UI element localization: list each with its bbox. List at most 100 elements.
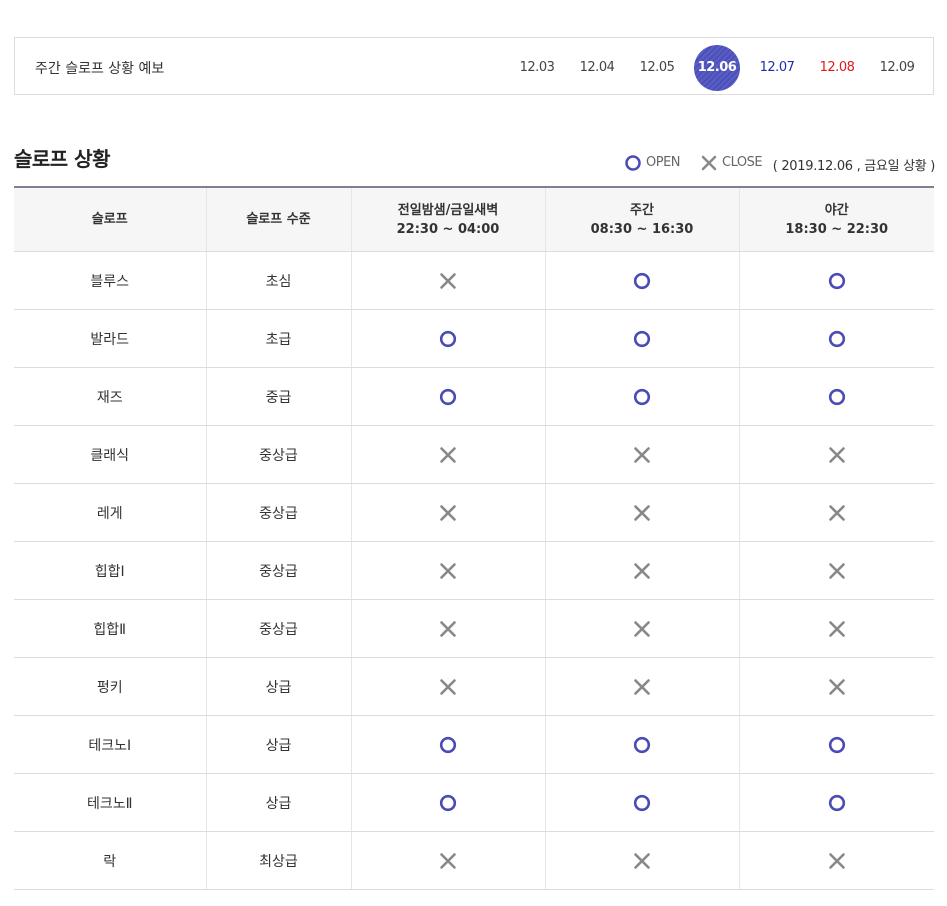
- table-row: 블루스 초심: [14, 251, 934, 310]
- column-header-time: 22:30 ~ 04:00: [396, 221, 500, 237]
- slope-name: 힙합Ⅰ: [14, 541, 207, 600]
- slope-name: 재즈: [14, 367, 207, 426]
- status-evening: [739, 425, 934, 484]
- status-night: [351, 541, 546, 600]
- section-title: 슬로프 상황: [14, 147, 110, 171]
- status-night: [351, 367, 546, 426]
- table-body: 블루스 초심 발라드 초급 재즈 중급 클래식 중상급 레게 중상급 힙합Ⅰ 중상급 힙합Ⅱ 중상급 펑키 상…: [14, 251, 934, 890]
- close-x-icon: [440, 272, 456, 289]
- open-circle-icon: [625, 155, 641, 171]
- status-day: [545, 599, 740, 658]
- slope-name: 블루스: [14, 251, 207, 310]
- close-x-icon: [634, 504, 650, 521]
- forecast-date-4[interactable]: 12.07: [754, 45, 800, 91]
- status-day: [545, 309, 740, 368]
- open-circle-icon: [828, 388, 845, 405]
- status-evening: [739, 715, 934, 774]
- forecast-date-2[interactable]: 12.05: [634, 45, 680, 91]
- legend-open-label: OPEN: [646, 155, 681, 170]
- close-x-icon: [440, 446, 456, 463]
- close-x-icon: [634, 446, 650, 463]
- slope-level: 초심: [206, 251, 352, 310]
- close-x-icon: [828, 678, 845, 695]
- open-circle-icon: [439, 388, 457, 405]
- status-day: [545, 831, 740, 890]
- slope-level: 중급: [206, 367, 352, 426]
- table-row: 펑키 상급: [14, 657, 934, 716]
- slope-name: 레게: [14, 483, 207, 542]
- slope-name: 테크노Ⅰ: [14, 715, 207, 774]
- weekly-forecast-bar: 주간 슬로프 상황 예보 12.03 12.04 12.05 12.06 12.07 12…: [14, 37, 934, 95]
- slope-name: 펑키: [14, 657, 207, 716]
- close-x-icon: [440, 852, 456, 869]
- slope-level: 최상급: [206, 831, 352, 890]
- status-night: [351, 657, 546, 716]
- table-row: 재즈 중급: [14, 367, 934, 426]
- forecast-date-3[interactable]: 12.06: [694, 45, 740, 91]
- status-day: [545, 541, 740, 600]
- status-night: [351, 483, 546, 542]
- status-night: [351, 425, 546, 484]
- slope-level: 초급: [206, 309, 352, 368]
- close-x-icon: [634, 852, 650, 869]
- status-day: [545, 773, 740, 832]
- table-row: 락 최상급: [14, 831, 934, 890]
- column-header-title: 슬로프 수준: [246, 212, 311, 227]
- open-circle-icon: [633, 794, 651, 811]
- table-row: 힙합Ⅱ 중상급: [14, 599, 934, 658]
- open-circle-icon: [439, 330, 457, 347]
- status-day: [545, 425, 740, 484]
- status-night: [351, 715, 546, 774]
- close-x-icon: [828, 562, 845, 579]
- slope-name: 클래식: [14, 425, 207, 484]
- status-day: [545, 657, 740, 716]
- open-circle-icon: [633, 272, 651, 289]
- slope-name: 테크노Ⅱ: [14, 773, 207, 832]
- open-circle-icon: [828, 736, 845, 753]
- open-circle-icon: [828, 272, 845, 289]
- status-day: [545, 715, 740, 774]
- status-day: [545, 367, 740, 426]
- status-day: [545, 483, 740, 542]
- forecast-date-6[interactable]: 12.09: [874, 45, 920, 91]
- open-circle-icon: [633, 330, 651, 347]
- table-row: 테크노Ⅱ 상급: [14, 773, 934, 832]
- forecast-date-1[interactable]: 12.04: [574, 45, 620, 91]
- column-header-3: 주간 08:30 ~ 16:30: [545, 187, 740, 252]
- slope-name: 락: [14, 831, 207, 890]
- slope-level: 상급: [206, 657, 352, 716]
- status-night: [351, 599, 546, 658]
- status-night: [351, 309, 546, 368]
- close-x-icon: [440, 562, 456, 579]
- status-day: [545, 251, 740, 310]
- open-circle-icon: [439, 794, 457, 811]
- status-evening: [739, 657, 934, 716]
- table-row: 레게 중상급: [14, 483, 934, 542]
- slope-level: 중상급: [206, 599, 352, 658]
- column-header-time: 18:30 ~ 22:30: [785, 221, 889, 237]
- slope-name: 힙합Ⅱ: [14, 599, 207, 658]
- status-night: [351, 773, 546, 832]
- status-night: [351, 831, 546, 890]
- slope-level: 상급: [206, 773, 352, 832]
- status-evening: [739, 483, 934, 542]
- column-header-4: 야간 18:30 ~ 22:30: [739, 187, 934, 252]
- column-header-1: 슬로프 수준: [206, 187, 352, 252]
- close-x-icon: [440, 504, 456, 521]
- open-circle-icon: [828, 330, 845, 347]
- slope-level: 상급: [206, 715, 352, 774]
- column-header-0: 슬로프: [14, 187, 207, 252]
- forecast-date-5[interactable]: 12.08: [814, 45, 860, 91]
- open-circle-icon: [439, 736, 457, 753]
- table-row: 클래식 중상급: [14, 425, 934, 484]
- slope-level: 중상급: [206, 425, 352, 484]
- forecast-date-0[interactable]: 12.03: [514, 45, 560, 91]
- close-x-icon: [440, 678, 456, 695]
- status-evening: [739, 831, 934, 890]
- table-row: 힙합Ⅰ 중상급: [14, 541, 934, 600]
- column-header-title: 슬로프: [91, 212, 128, 227]
- column-header-title: 야간: [824, 202, 849, 218]
- status-evening: [739, 599, 934, 658]
- status-evening: [739, 541, 934, 600]
- column-header-2: 전일밤샘/금일새벽 22:30 ~ 04:00: [351, 187, 546, 252]
